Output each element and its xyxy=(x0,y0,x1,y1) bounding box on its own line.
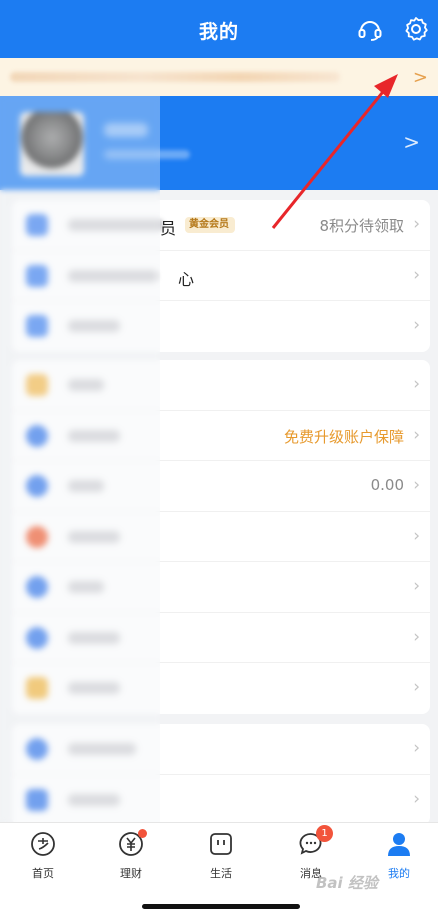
notice-text-blurred xyxy=(10,72,340,82)
home-indicator[interactable] xyxy=(142,904,300,909)
chevron-right-icon: › xyxy=(413,677,420,697)
chevron-right-icon: > xyxy=(412,67,428,88)
tab-life[interactable]: 生活 xyxy=(186,831,256,881)
headset-icon[interactable] xyxy=(357,16,383,42)
tab-label: 生活 xyxy=(210,867,232,880)
list-item-label: 员 xyxy=(160,219,177,238)
watermark: Bai 经验 xyxy=(316,874,378,892)
chevron-right-icon: › xyxy=(413,264,420,285)
life-bag-icon xyxy=(210,833,232,855)
chevron-right-icon: › xyxy=(413,424,420,445)
privacy-blur-overlay xyxy=(0,96,160,822)
bottom-tab-bar: 首页 理财 生活 1 消息 我的 xyxy=(0,822,438,916)
list-item-label: 心 xyxy=(178,269,195,289)
chevron-right-icon: › xyxy=(413,475,420,495)
chevron-right-icon: › xyxy=(413,214,420,234)
chevron-right-icon: › xyxy=(413,576,420,596)
notification-dot xyxy=(138,829,147,838)
points-value: 8积分待领取 xyxy=(319,217,404,235)
tab-home[interactable]: 首页 xyxy=(8,831,78,881)
tab-label: 理财 xyxy=(120,867,142,880)
chevron-right-icon: > xyxy=(403,130,420,154)
gold-member-badge: 黄金会员 xyxy=(185,217,235,233)
chevron-right-icon: › xyxy=(413,626,420,647)
balance-value: 0.00 xyxy=(370,476,404,494)
chevron-right-icon: › xyxy=(413,374,420,394)
tab-wealth[interactable]: 理财 xyxy=(96,829,166,881)
notice-banner[interactable]: > xyxy=(0,58,438,96)
gear-icon[interactable] xyxy=(403,16,429,42)
chevron-right-icon: › xyxy=(413,525,420,546)
chevron-right-icon: › xyxy=(413,738,420,758)
message-count-badge: 1 xyxy=(316,825,333,842)
top-header: 我的 xyxy=(0,0,438,58)
profile-person-icon xyxy=(388,833,410,856)
tab-label: 首页 xyxy=(32,867,54,880)
alipay-home-icon xyxy=(31,832,55,856)
chevron-right-icon: › xyxy=(413,315,420,335)
chevron-right-icon: › xyxy=(413,788,420,809)
upgrade-protection-text: 免费升级账户保障 xyxy=(283,427,404,446)
